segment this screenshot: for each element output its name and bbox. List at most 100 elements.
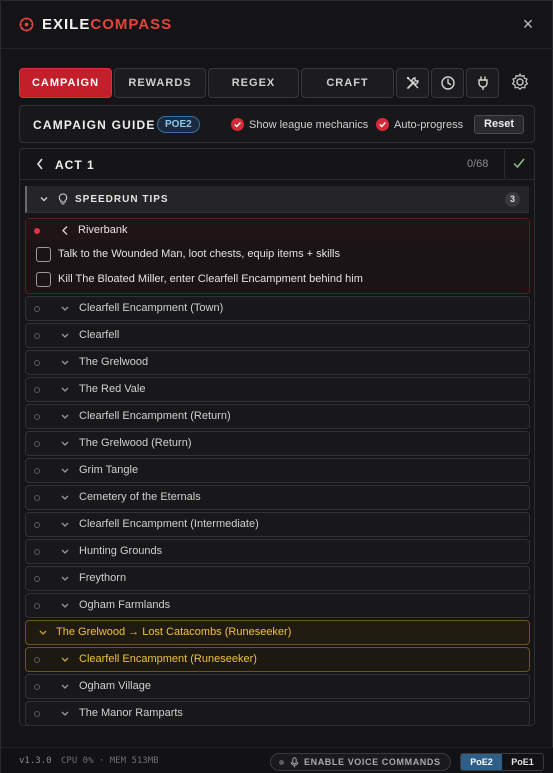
task-checkbox[interactable] bbox=[36, 247, 51, 262]
tab-regex[interactable]: REGEX bbox=[208, 68, 299, 98]
zone-row[interactable]: Clearfell Encampment (Town) bbox=[25, 296, 530, 321]
chevron-down-icon bbox=[61, 468, 69, 473]
game-version-toggle: PoE2 PoE1 bbox=[460, 753, 544, 771]
game-version-poe2[interactable]: PoE2 bbox=[461, 754, 502, 770]
tab-campaign[interactable]: CAMPAIGN bbox=[19, 68, 112, 98]
zone-status-dot-icon bbox=[34, 441, 40, 447]
chevron-down-icon bbox=[61, 711, 69, 716]
brand-text-exile: EXILE bbox=[42, 16, 91, 33]
tab-craft[interactable]: CRAFT bbox=[301, 68, 394, 98]
lightbulb-icon bbox=[58, 193, 68, 205]
speedrun-tips-count-badge: 3 bbox=[505, 192, 520, 207]
runeseeker-group-title: The Grelwood → Lost Catacombs (Runeseeke… bbox=[56, 626, 292, 638]
chevron-down-icon bbox=[61, 522, 69, 527]
zone-name: Grim Tangle bbox=[79, 464, 139, 476]
zone-status-dot-icon bbox=[34, 360, 40, 366]
poe2-badge: POE2 bbox=[157, 116, 200, 133]
tools-icon bbox=[406, 77, 419, 89]
current-zone-dot-icon bbox=[34, 228, 40, 234]
zone-row[interactable]: The Grelwood (Return) bbox=[25, 431, 530, 456]
chevron-down-icon bbox=[61, 684, 69, 689]
zone-row-runeseeker[interactable]: Clearfell Encampment (Runeseeker) bbox=[25, 647, 530, 672]
zone-name: Clearfell Encampment (Return) bbox=[79, 410, 231, 422]
gear-icon[interactable] bbox=[509, 71, 531, 93]
tab-plugins[interactable] bbox=[466, 68, 499, 98]
zone-name: Cemetery of the Eternals bbox=[79, 491, 201, 503]
microphone-icon bbox=[290, 757, 299, 768]
show-league-mechanics-checkbox[interactable]: Show league mechanics bbox=[231, 118, 368, 131]
status-footer: v1.3.0 CPU 0% · MEM 513MB ENABLE VOICE C… bbox=[1, 747, 553, 773]
zone-row[interactable]: Grim Tangle bbox=[25, 458, 530, 483]
zone-row[interactable]: Ogham Village bbox=[25, 674, 530, 699]
zone-row[interactable]: The Red Vale bbox=[25, 377, 530, 402]
app-window: EXILECOMPASS × CAMPAIGN REWARDS REGEX CR… bbox=[0, 0, 553, 773]
act-title: ACT 1 bbox=[55, 158, 95, 172]
runeseeker-group-toggle[interactable]: The Grelwood → Lost Catacombs (Runeseeke… bbox=[25, 620, 530, 645]
chevron-left-icon[interactable] bbox=[35, 157, 45, 171]
zone-name: The Grelwood bbox=[79, 356, 149, 368]
campaign-guide-header: CAMPAIGN GUIDE POE2 Show league mechanic… bbox=[19, 105, 535, 143]
complete-act-check-icon[interactable] bbox=[512, 156, 526, 170]
reset-button[interactable]: Reset bbox=[474, 115, 524, 134]
zone-name: The Manor Ramparts bbox=[79, 707, 183, 719]
zone-name: Freythorn bbox=[79, 572, 127, 584]
auto-progress-checkbox[interactable]: Auto-progress bbox=[376, 118, 463, 131]
zone-status-dot-icon bbox=[34, 549, 40, 555]
active-zone-header[interactable]: Riverbank bbox=[26, 219, 529, 241]
zone-name: Hunting Grounds bbox=[79, 545, 163, 557]
active-zone-name: Riverbank bbox=[78, 224, 128, 236]
zone-row[interactable]: Cemetery of the Eternals bbox=[25, 485, 530, 510]
zone-row[interactable]: Clearfell Encampment (Return) bbox=[25, 404, 530, 429]
checkmark-icon bbox=[376, 118, 389, 131]
voice-commands-label: ENABLE VOICE COMMANDS bbox=[304, 757, 441, 767]
zone-row[interactable]: The Grelwood bbox=[25, 350, 530, 375]
voice-status-dot-icon bbox=[279, 760, 284, 765]
speedrun-tips-toggle[interactable]: SPEEDRUN TIPS 3 bbox=[25, 186, 529, 213]
zone-row[interactable]: Ogham Farmlands bbox=[25, 593, 530, 618]
task-text: Kill The Bloated Miller, enter Clearfell… bbox=[58, 273, 363, 285]
tab-rewards[interactable]: REWARDS bbox=[114, 68, 206, 98]
speedrun-tips-label: SPEEDRUN TIPS bbox=[75, 194, 169, 205]
auto-progress-label: Auto-progress bbox=[394, 118, 464, 131]
chevron-down-icon bbox=[61, 549, 69, 554]
chevron-down-icon bbox=[61, 414, 69, 419]
enable-voice-commands-button[interactable]: ENABLE VOICE COMMANDS bbox=[270, 753, 451, 771]
zone-row[interactable]: Freythorn bbox=[25, 566, 530, 591]
active-zone-riverbank: Riverbank Talk to the Wounded Man, loot … bbox=[25, 218, 530, 294]
main-tabs: CAMPAIGN REWARDS REGEX CRAFT bbox=[19, 68, 499, 98]
zone-name: Clearfell bbox=[79, 329, 120, 341]
zone-status-dot-icon bbox=[34, 576, 40, 582]
zone-status-dot-icon bbox=[34, 657, 40, 663]
version-label: v1.3.0 bbox=[19, 756, 52, 766]
zone-row[interactable]: Clearfell bbox=[25, 323, 530, 348]
zone-name: Ogham Village bbox=[79, 680, 151, 692]
checkmark-icon bbox=[231, 118, 244, 131]
zone-name: Clearfell Encampment (Intermediate) bbox=[79, 518, 259, 530]
chevron-down-icon bbox=[61, 360, 69, 365]
zone-row[interactable]: Hunting Grounds bbox=[25, 539, 530, 564]
zone-status-dot-icon bbox=[34, 306, 40, 312]
title-bar: EXILECOMPASS × bbox=[1, 1, 553, 49]
compass-logo-icon bbox=[19, 17, 34, 32]
zone-status-dot-icon bbox=[34, 333, 40, 339]
zone-name: The Red Vale bbox=[79, 383, 146, 395]
task-checkbox[interactable] bbox=[36, 272, 51, 287]
guide-title: CAMPAIGN GUIDE bbox=[33, 118, 156, 132]
zone-status-dot-icon bbox=[34, 387, 40, 393]
zone-status-dot-icon bbox=[34, 495, 40, 501]
zone-name: Clearfell Encampment (Town) bbox=[79, 302, 224, 314]
chevron-down-icon bbox=[61, 495, 69, 500]
close-button[interactable]: × bbox=[520, 15, 536, 33]
game-version-poe1[interactable]: PoE1 bbox=[502, 754, 543, 770]
zone-row[interactable]: The Manor Ramparts bbox=[25, 701, 530, 725]
show-league-mechanics-label: Show league mechanics bbox=[249, 118, 369, 131]
task-text: Talk to the Wounded Man, loot chests, eq… bbox=[58, 248, 340, 260]
zone-name: Ogham Farmlands bbox=[79, 599, 171, 611]
tab-history[interactable] bbox=[431, 68, 464, 98]
chevron-left-icon bbox=[62, 226, 68, 235]
brand-text-compass: COMPASS bbox=[90, 16, 173, 33]
zone-status-dot-icon bbox=[34, 603, 40, 609]
chevron-down-icon bbox=[61, 387, 69, 392]
zone-row[interactable]: Clearfell Encampment (Intermediate) bbox=[25, 512, 530, 537]
tab-tools[interactable] bbox=[396, 68, 429, 98]
